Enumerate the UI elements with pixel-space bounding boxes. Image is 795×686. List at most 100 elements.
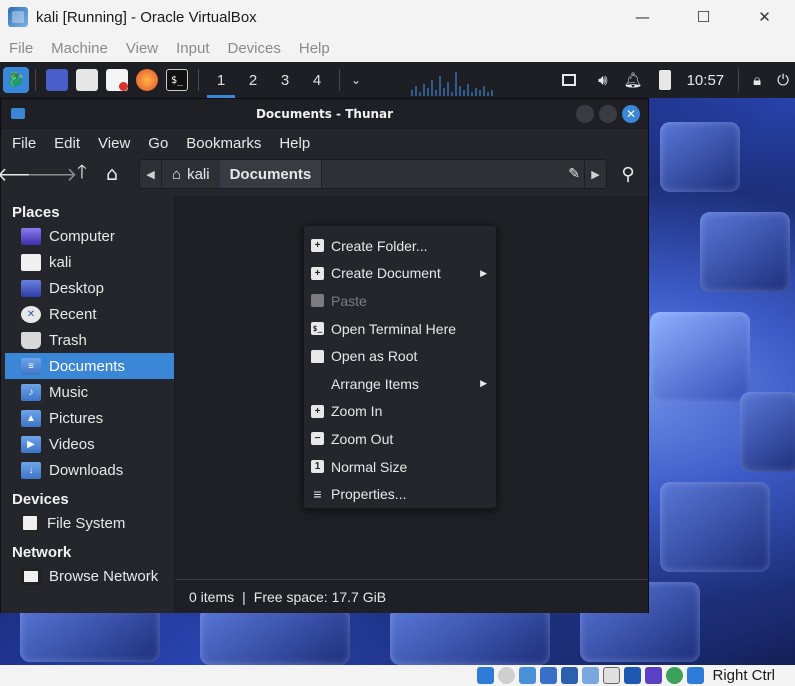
firefox-icon[interactable] — [136, 69, 158, 91]
sidebar-item-label: Videos — [49, 435, 95, 453]
storage-icon[interactable] — [477, 667, 495, 684]
forward-arrow-icon[interactable]: 🡒 — [27, 159, 78, 189]
panel-clock[interactable]: 10:57 — [687, 72, 725, 89]
virtualization-icon[interactable] — [645, 667, 663, 684]
menu-item-properties[interactable]: ≡ Properties... — [304, 480, 496, 508]
file-manager-icon[interactable] — [76, 69, 98, 91]
menu-edit[interactable]: Edit — [54, 135, 80, 152]
menu-item-label: Open Terminal Here — [331, 320, 457, 337]
sidebar-item-kali[interactable]: kali — [1, 249, 174, 275]
audio-icon[interactable] — [519, 667, 537, 684]
context-menu: + Create Folder... + Create Document ▶ P… — [303, 225, 497, 509]
lock-icon[interactable]: 🔒︎ — [753, 72, 761, 89]
thunar-close-button[interactable]: ✕ — [622, 105, 640, 123]
guest-additions-icon[interactable] — [666, 667, 684, 684]
maximize-button[interactable]: ☐ — [673, 0, 734, 34]
terminal-icon[interactable]: $_ — [166, 69, 188, 91]
downloads-folder-icon: ↓ — [21, 461, 41, 479]
display-icon[interactable] — [562, 74, 577, 86]
menu-item-arrange-items[interactable]: Arrange Items ▶ — [304, 370, 496, 398]
host-menu-devices[interactable]: Devices — [228, 40, 281, 57]
path-entry[interactable]: ✎ — [321, 160, 584, 188]
workspace-1[interactable]: 1 — [205, 62, 237, 98]
menu-help[interactable]: Help — [279, 135, 310, 152]
search-icon[interactable]: ⚲ — [613, 159, 643, 189]
path-scroll-right-icon[interactable]: ▶ — [584, 160, 606, 188]
desktop-icon[interactable] — [46, 69, 68, 91]
sidebar-item-pictures[interactable]: ▲ Pictures — [1, 405, 174, 431]
kali-dragon-icon[interactable]: 🐉 — [3, 67, 29, 93]
sidebar-item-downloads[interactable]: ↓ Downloads — [1, 457, 174, 483]
sidebar-item-label: Desktop — [49, 279, 105, 297]
host-menu-machine[interactable]: Machine — [51, 40, 108, 57]
text-editor-icon[interactable] — [106, 69, 128, 91]
sidebar-item-music[interactable]: ♪ Music — [1, 379, 174, 405]
menu-item-open-as-root[interactable]: Open as Root — [304, 342, 496, 370]
host-menu-input[interactable]: Input — [176, 40, 209, 57]
clipboard-icon — [311, 294, 324, 308]
host-menu-help[interactable]: Help — [299, 40, 330, 57]
shared-folders-icon[interactable] — [582, 667, 600, 684]
home-icon[interactable]: ⌂ — [97, 159, 127, 189]
display-icon[interactable] — [603, 667, 621, 684]
up-arrow-icon[interactable]: 🡑 — [67, 159, 97, 189]
menu-item-label: Zoom Out — [331, 430, 394, 447]
host-menu-file[interactable]: File — [9, 40, 33, 57]
breadcrumb-home[interactable]: ⌂ kali — [162, 160, 220, 188]
sidebar-item-label: File System — [47, 514, 126, 532]
status-separator: | — [242, 588, 246, 605]
workspace-4[interactable]: 4 — [301, 62, 333, 98]
sidebar-item-label: Documents — [49, 357, 125, 375]
usb-icon[interactable] — [561, 667, 579, 684]
sidebar-item-trash[interactable]: Trash — [1, 327, 174, 353]
menu-item-zoom-in[interactable]: + Zoom In — [304, 398, 496, 426]
sidebar-section-devices: Devices — [12, 491, 69, 508]
sidebar-item-browse-network[interactable]: Browse Network — [1, 563, 174, 589]
breadcrumb-home-label: kali — [187, 165, 210, 183]
workspace-2[interactable]: 2 — [237, 62, 269, 98]
minimize-button[interactable]: — — [612, 0, 673, 34]
close-button[interactable]: ✕ — [734, 0, 795, 34]
menu-item-normal-size[interactable]: 1 Normal Size — [304, 453, 496, 481]
battery-icon[interactable] — [658, 70, 671, 90]
menu-view[interactable]: View — [98, 135, 130, 152]
wallpaper-cube — [740, 392, 795, 472]
keyboard-capture-icon[interactable] — [687, 667, 705, 684]
recording-icon[interactable] — [624, 667, 642, 684]
menu-item-create-folder[interactable]: + Create Folder... — [304, 232, 496, 260]
workspace-3[interactable]: 3 — [269, 62, 301, 98]
plus-icon: + — [311, 239, 324, 253]
wallpaper-cube — [650, 312, 750, 402]
menu-file[interactable]: File — [12, 135, 36, 152]
sidebar-item-documents[interactable]: ≡ Documents — [5, 353, 174, 379]
sidebar-item-videos[interactable]: ▶ Videos — [1, 431, 174, 457]
menu-bookmarks[interactable]: Bookmarks — [186, 135, 261, 152]
thunar-minimize-button[interactable] — [576, 105, 594, 123]
menu-go[interactable]: Go — [148, 135, 168, 152]
notification-bell-icon[interactable]: 🔔︎ — [624, 71, 643, 89]
pencil-icon[interactable]: ✎ — [568, 166, 580, 182]
thunar-maximize-button[interactable] — [599, 105, 617, 123]
sidebar-item-desktop[interactable]: Desktop — [1, 275, 174, 301]
host-menu-view[interactable]: View — [126, 40, 158, 57]
menu-item-zoom-out[interactable]: − Zoom Out — [304, 425, 496, 453]
path-scroll-left-icon[interactable]: ◀ — [140, 160, 162, 188]
home-folder-icon — [21, 253, 41, 271]
thunar-menu-bar: File Edit View Go Bookmarks Help — [1, 129, 648, 157]
chevron-down-icon[interactable]: ⌄ — [346, 62, 366, 98]
sidebar-item-file-system[interactable]: File System — [1, 510, 174, 536]
optical-drive-icon[interactable] — [498, 667, 516, 684]
sidebar-item-computer[interactable]: Computer — [1, 223, 174, 249]
network-adapter-icon[interactable] — [540, 667, 558, 684]
sidebar-item-recent[interactable]: ✕ Recent — [1, 301, 174, 327]
sidebar-item-label: Browse Network — [49, 567, 159, 585]
sidebar-item-label: kali — [49, 253, 72, 271]
menu-item-create-document[interactable]: + Create Document ▶ — [304, 260, 496, 288]
volume-icon[interactable]: 🔊︎ — [598, 72, 607, 89]
thunar-toolbar: 🡐 🡒 🡑 ⌂ ◀ ⌂ kali Documents ✎ ▶ ⚲ — [0, 157, 648, 191]
thunar-title-bar: Documents - Thunar ✕ — [1, 99, 648, 129]
sidebar-section-network: Network — [12, 544, 72, 561]
power-icon[interactable]: ⏻ — [777, 72, 789, 89]
menu-item-open-terminal[interactable]: $_ Open Terminal Here — [304, 315, 496, 343]
breadcrumb-current[interactable]: Documents — [219, 160, 322, 188]
